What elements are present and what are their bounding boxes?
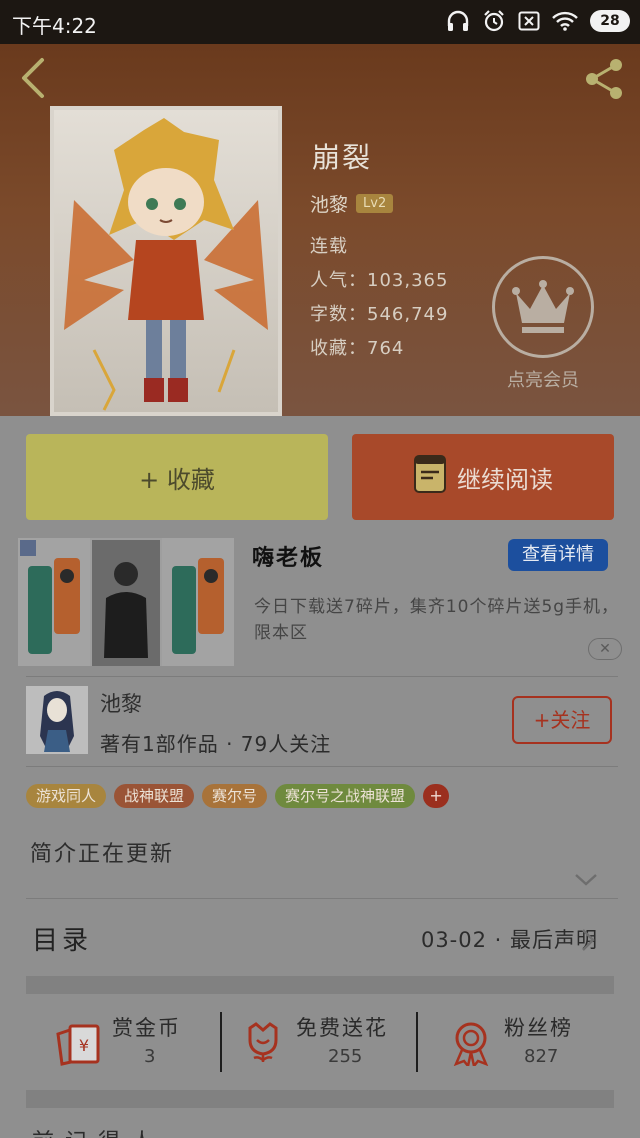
wifi-icon (552, 11, 578, 31)
free-flower-value: 255 (328, 1046, 363, 1067)
battery-indicator: 28 (590, 10, 630, 32)
tag-item[interactable]: 战神联盟 (114, 784, 195, 808)
chevron-right-icon (582, 929, 595, 951)
toc-label: 目录 (32, 926, 93, 956)
red-envelope-icon: ¥ (56, 1024, 100, 1066)
tag-item[interactable]: 赛尔号之战神联盟 (275, 784, 416, 808)
divider (26, 898, 618, 899)
reward-coins-value: 3 (144, 1046, 156, 1067)
ad-detail-button[interactable]: 查看详情 (508, 539, 608, 571)
book-word-count: 字数：546,749 (310, 304, 449, 325)
book-title: 崩裂 (312, 141, 373, 174)
author-card-name[interactable]: 池黎 (100, 688, 142, 718)
expand-intro-button[interactable] (574, 872, 598, 891)
book-intro: 简介正在更新 (30, 842, 175, 867)
share-button[interactable] (582, 56, 628, 102)
author-avatar[interactable] (26, 686, 88, 754)
ad-description[interactable]: 今日下载送7碎片，集齐10个碎片送5g手机，限本区 (254, 594, 620, 646)
ad-close-button[interactable]: ✕ (588, 638, 622, 660)
book-favorites: 收藏：764 (310, 338, 405, 359)
add-tag-button[interactable]: + (423, 784, 450, 808)
status-time: 下午4:22 (12, 14, 97, 38)
collect-button[interactable]: + 收藏 (26, 434, 328, 520)
divider (26, 676, 618, 677)
back-arrow-icon (22, 58, 44, 98)
anime-character-illustration (64, 118, 268, 411)
section-divider (26, 976, 614, 994)
book-author-row[interactable]: 池黎 Lv2 (310, 190, 394, 217)
tag-list: 游戏同人 战神联盟 赛尔号 赛尔号之战神联盟 + (26, 784, 450, 808)
toc-latest-chapter: 03-02 · 最后声明 (420, 928, 598, 952)
continue-reading-button[interactable]: 继续阅读 (352, 434, 614, 520)
status-icons: 28 (446, 9, 630, 33)
book-author-name[interactable]: 池黎 (310, 190, 348, 217)
book-cover[interactable] (50, 106, 282, 416)
headphones-icon (446, 10, 470, 32)
vip-button[interactable] (492, 256, 594, 358)
vip-label: 点亮会员 (507, 370, 579, 391)
section-divider (26, 1090, 614, 1108)
free-flower-stat[interactable]: 免费送花 255 (244, 1012, 414, 1072)
fan-ranking-stat[interactable]: 粉丝榜 827 (450, 1012, 600, 1072)
stat-separator (416, 1012, 418, 1072)
ad-image[interactable] (18, 538, 234, 666)
fan-ranking-label: 粉丝榜 (504, 1016, 573, 1040)
author-level-badge: Lv2 (356, 194, 394, 213)
follow-button[interactable]: +关注 (512, 696, 612, 744)
tag-item[interactable]: 游戏同人 (26, 784, 107, 808)
back-button[interactable] (16, 56, 52, 100)
share-icon (586, 59, 622, 99)
svg-text:¥: ¥ (79, 1036, 89, 1055)
book-popularity: 人气：103,365 (310, 270, 449, 291)
book-header: 崩裂 池黎 Lv2 连载 人气：103,365 字数：546,749 收藏：76… (0, 44, 640, 416)
no-sim-icon (518, 11, 540, 31)
reward-coins-label: 赏金币 (112, 1016, 181, 1040)
flower-icon (248, 1022, 278, 1062)
collect-label: + 收藏 (139, 465, 215, 494)
alarm-icon (482, 9, 506, 33)
status-bar: 下午4:22 28 (0, 0, 640, 44)
chevron-down-icon (575, 874, 597, 886)
crown-icon (512, 280, 574, 333)
book-icon (413, 454, 447, 500)
ad-title[interactable]: 嗨老板 (252, 540, 324, 572)
divider (26, 766, 618, 767)
reward-coins-stat[interactable]: ¥ 赏金币 3 (54, 1012, 214, 1072)
free-flower-label: 免费送花 (296, 1016, 388, 1040)
fan-ranking-value: 827 (524, 1046, 559, 1067)
tag-item[interactable]: 赛尔号 (202, 784, 268, 808)
next-section-title-partial: 前 记 得 人 (32, 1124, 155, 1138)
book-status: 连载 (310, 236, 348, 257)
author-card-stats: 著有1部作品 · 79人关注 (100, 732, 332, 756)
continue-reading-label: 继续阅读 (457, 465, 553, 494)
stat-separator (220, 1012, 222, 1072)
medal-icon (453, 1022, 489, 1066)
